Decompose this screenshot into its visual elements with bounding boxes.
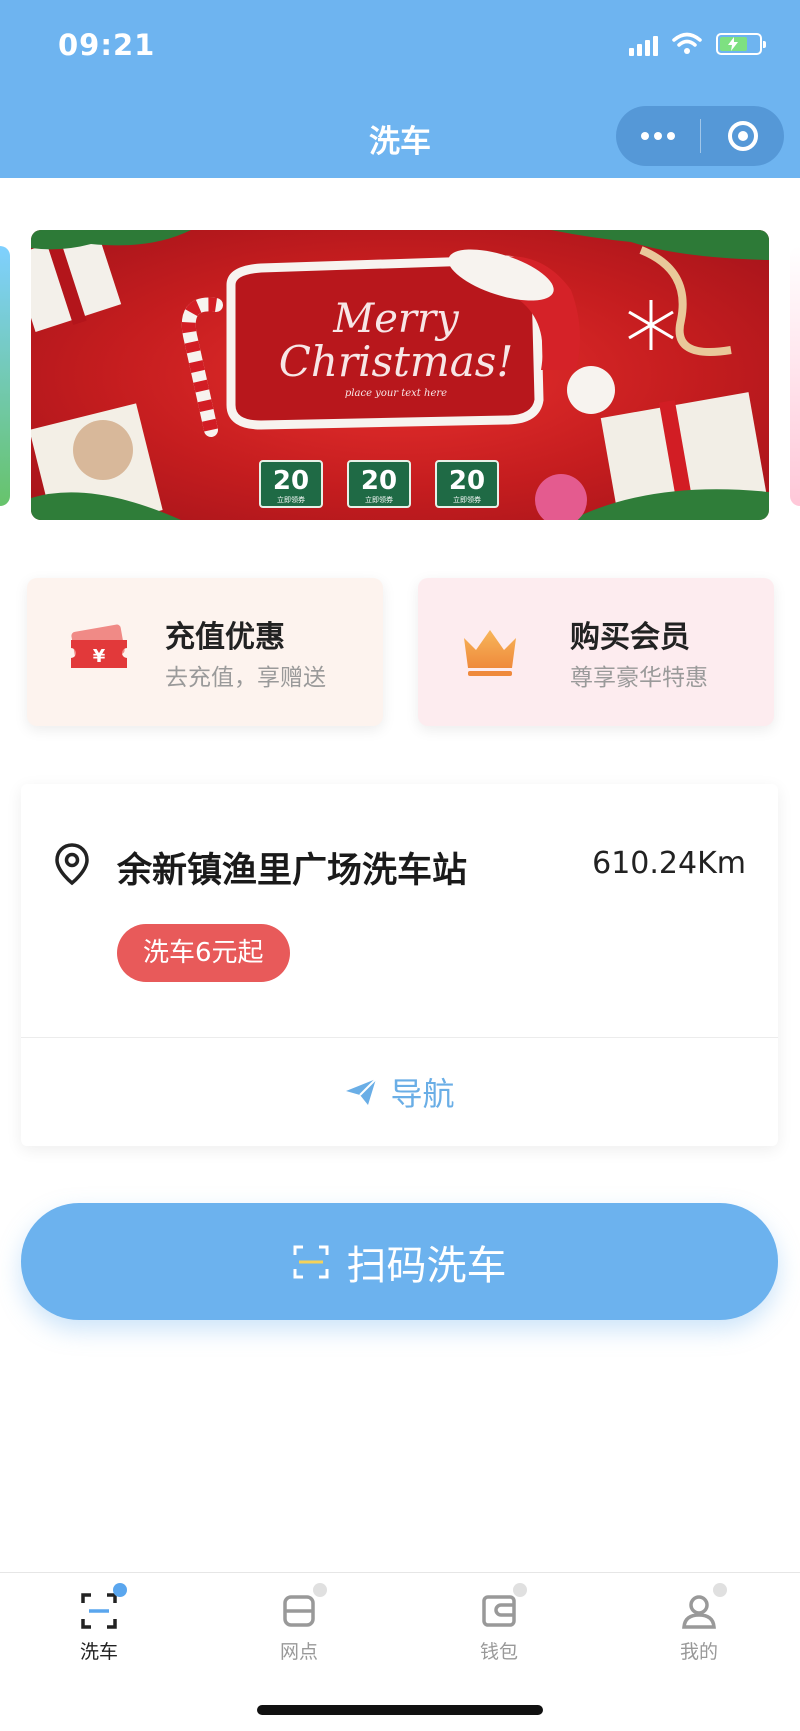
station-card[interactable]: 余新镇渔里广场洗车站 610.24Km 洗车6元起 导航 bbox=[21, 784, 778, 1146]
ticket-icon: ¥ bbox=[71, 624, 127, 668]
tab-badge bbox=[713, 1583, 727, 1597]
tab-badge bbox=[313, 1583, 327, 1597]
banner-line-1: Merry bbox=[333, 296, 459, 342]
banner-line-2: Christmas! bbox=[278, 337, 514, 386]
banner-line-3: place your text here bbox=[344, 388, 448, 399]
banner-coupons: 20 立即领券 20 立即领券 20 立即领券 bbox=[259, 460, 499, 508]
tab-profile-label: 我的 bbox=[679, 1641, 718, 1663]
tab-stores-label: 网点 bbox=[279, 1641, 318, 1663]
navigate-button[interactable]: 导航 bbox=[21, 1038, 778, 1146]
tab-wash-label: 洗车 bbox=[79, 1641, 118, 1663]
tab-profile[interactable]: 我的 bbox=[639, 1583, 759, 1664]
coupon-badge: 20 立即领券 bbox=[435, 460, 499, 508]
location-pin-icon bbox=[55, 843, 89, 886]
user-icon bbox=[682, 1595, 716, 1629]
tab-wallet[interactable]: 钱包 bbox=[439, 1583, 559, 1664]
station-distance: 610.24Km bbox=[592, 846, 746, 881]
recharge-subtitle: 去充值，享赠送 bbox=[165, 665, 326, 691]
header-bar: 09:21 洗车 bbox=[0, 0, 800, 178]
snowflake-icon bbox=[628, 300, 674, 350]
home-indicator[interactable] bbox=[257, 1705, 543, 1715]
crown-icon bbox=[464, 630, 516, 676]
recharge-title: 充值优惠 bbox=[165, 620, 285, 655]
coupon-badge: 20 立即领券 bbox=[347, 460, 411, 508]
status-time: 09:21 bbox=[58, 28, 156, 62]
scan-wash-button[interactable]: 扫码洗车 bbox=[21, 1203, 778, 1320]
battery-icon bbox=[716, 33, 766, 55]
tab-badge bbox=[513, 1583, 527, 1597]
tab-stores[interactable]: 网点 bbox=[239, 1583, 359, 1664]
scan-icon bbox=[81, 1593, 117, 1629]
miniprogram-capsule bbox=[616, 106, 784, 166]
banner-peek-next[interactable] bbox=[790, 246, 800, 506]
more-icon[interactable] bbox=[616, 132, 700, 140]
paper-plane-icon bbox=[346, 1078, 378, 1105]
wallet-icon bbox=[482, 1595, 516, 1627]
membership-card[interactable]: 购买会员 尊享豪华特惠 bbox=[418, 578, 774, 726]
svg-text:¥: ¥ bbox=[93, 646, 106, 667]
price-badge: 洗车6元起 bbox=[117, 924, 290, 982]
target-icon bbox=[727, 121, 758, 151]
navigate-label: 导航 bbox=[390, 1075, 455, 1113]
tab-wallet-label: 钱包 bbox=[479, 1641, 518, 1663]
store-icon bbox=[283, 1595, 315, 1627]
station-name: 余新镇渔里广场洗车站 bbox=[117, 851, 468, 891]
recharge-card[interactable]: ¥ 充值优惠 去充值，享赠送 bbox=[27, 578, 383, 726]
wifi-icon bbox=[672, 32, 702, 54]
scan-icon bbox=[293, 1245, 328, 1278]
status-icons bbox=[629, 32, 766, 56]
promo-banner[interactable]: Merry Christmas! place your text here 20… bbox=[31, 230, 769, 520]
coupon-badge: 20 立即领券 bbox=[259, 460, 323, 508]
signal-icon bbox=[629, 32, 658, 56]
close-miniprogram-button[interactable] bbox=[701, 121, 784, 151]
scan-wash-label: 扫码洗车 bbox=[346, 1242, 507, 1289]
tab-wash[interactable]: 洗车 bbox=[39, 1583, 159, 1664]
membership-subtitle: 尊享豪华特惠 bbox=[570, 665, 708, 691]
banner-peek-prev[interactable] bbox=[0, 246, 10, 506]
membership-title: 购买会员 bbox=[570, 620, 690, 655]
banner-greeting: Merry Christmas! place your text here bbox=[261, 298, 531, 399]
tab-badge bbox=[113, 1583, 127, 1597]
